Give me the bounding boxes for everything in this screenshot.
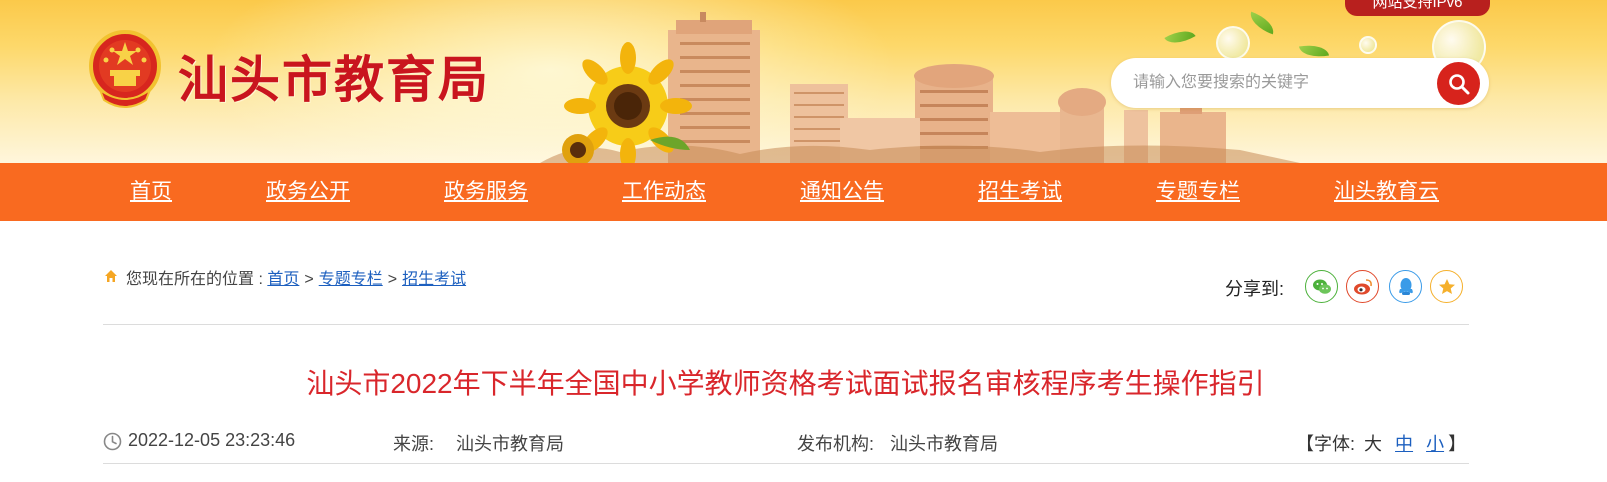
font-control-open: 【字体: [1296, 434, 1356, 454]
nav-item-special-topics[interactable]: 专题专栏 [1156, 163, 1240, 221]
qq-icon [1398, 277, 1413, 295]
search-button[interactable] [1437, 62, 1480, 105]
search-icon [1448, 73, 1469, 94]
decor-bubble [1216, 26, 1250, 60]
search-input[interactable] [1133, 70, 1423, 96]
share-qzone-button[interactable] [1430, 270, 1463, 303]
nav-item-work-news[interactable]: 工作动态 [622, 163, 706, 221]
share-wechat-button[interactable] [1305, 270, 1338, 303]
nav-item-government-services[interactable]: 政务服务 [444, 163, 528, 221]
share-qq-button[interactable] [1389, 270, 1422, 303]
header-banner: 汕头市教育局 网站支持IPv6 请输入您要搜索的关键字 [0, 0, 1607, 163]
publisher-value: 汕头市教育局 [890, 434, 998, 454]
font-control-close: 】 [1448, 434, 1467, 454]
breadcrumb-line: 您现在所在的位置 : 首页 > 专题专栏 > 招生考试 [126, 265, 466, 289]
font-size-control: 【字体: 大 中 小】 [1296, 430, 1466, 456]
article-title: 汕头市2022年下半年全国中小学教师资格考试面试报名审核程序考生操作指引 [306, 368, 1265, 399]
clock-icon [103, 432, 122, 451]
nav-item-notices[interactable]: 通知公告 [800, 163, 884, 221]
source-value: 汕头市教育局 [456, 434, 564, 454]
font-size-small[interactable]: 小 [1426, 434, 1444, 454]
main-nav: 首页 政务公开 政务服务 工作动态 通知公告 招生考试 专题专栏 汕头教育云 [0, 163, 1607, 221]
publisher-label: 发布机构: [797, 434, 875, 454]
breadcrumb-link-enrollment-exams[interactable]: 招生考试 [402, 271, 466, 288]
breadcrumb-link-home[interactable]: 首页 [267, 271, 299, 288]
divider [103, 463, 1469, 464]
share-label: 分享到: [1225, 279, 1285, 299]
national-emblem-icon [89, 30, 161, 108]
ipv6-badge: 网站支持IPv6 [1345, 0, 1490, 16]
font-size-large[interactable]: 大 [1364, 434, 1382, 454]
share-weibo-button[interactable] [1346, 270, 1379, 303]
nav-item-enrollment-exams[interactable]: 招生考试 [978, 163, 1062, 221]
divider [103, 324, 1469, 325]
qzone-star-icon [1438, 278, 1455, 294]
nav-item-education-cloud[interactable]: 汕头教育云 [1334, 163, 1439, 221]
source-label: 来源: [393, 434, 435, 454]
breadcrumb-prefix: 您现在所在的位置 : [126, 271, 268, 288]
nav-item-government-affairs[interactable]: 政务公开 [266, 163, 350, 221]
breadcrumb-separator: > [387, 271, 398, 288]
site-title: 汕头市教育局 [178, 50, 490, 109]
nav-item-home[interactable]: 首页 [130, 163, 172, 221]
breadcrumb-link-special-topics[interactable]: 专题专栏 [319, 271, 383, 288]
font-size-medium[interactable]: 中 [1395, 434, 1413, 454]
home-icon [105, 270, 117, 282]
wechat-icon [1312, 279, 1331, 294]
decor-bubble [1359, 36, 1377, 54]
weibo-icon [1353, 278, 1372, 294]
search-box [1111, 58, 1489, 108]
publish-date: 2022-12-05 23:23:46 [128, 430, 296, 450]
breadcrumb-separator: > [304, 271, 314, 288]
